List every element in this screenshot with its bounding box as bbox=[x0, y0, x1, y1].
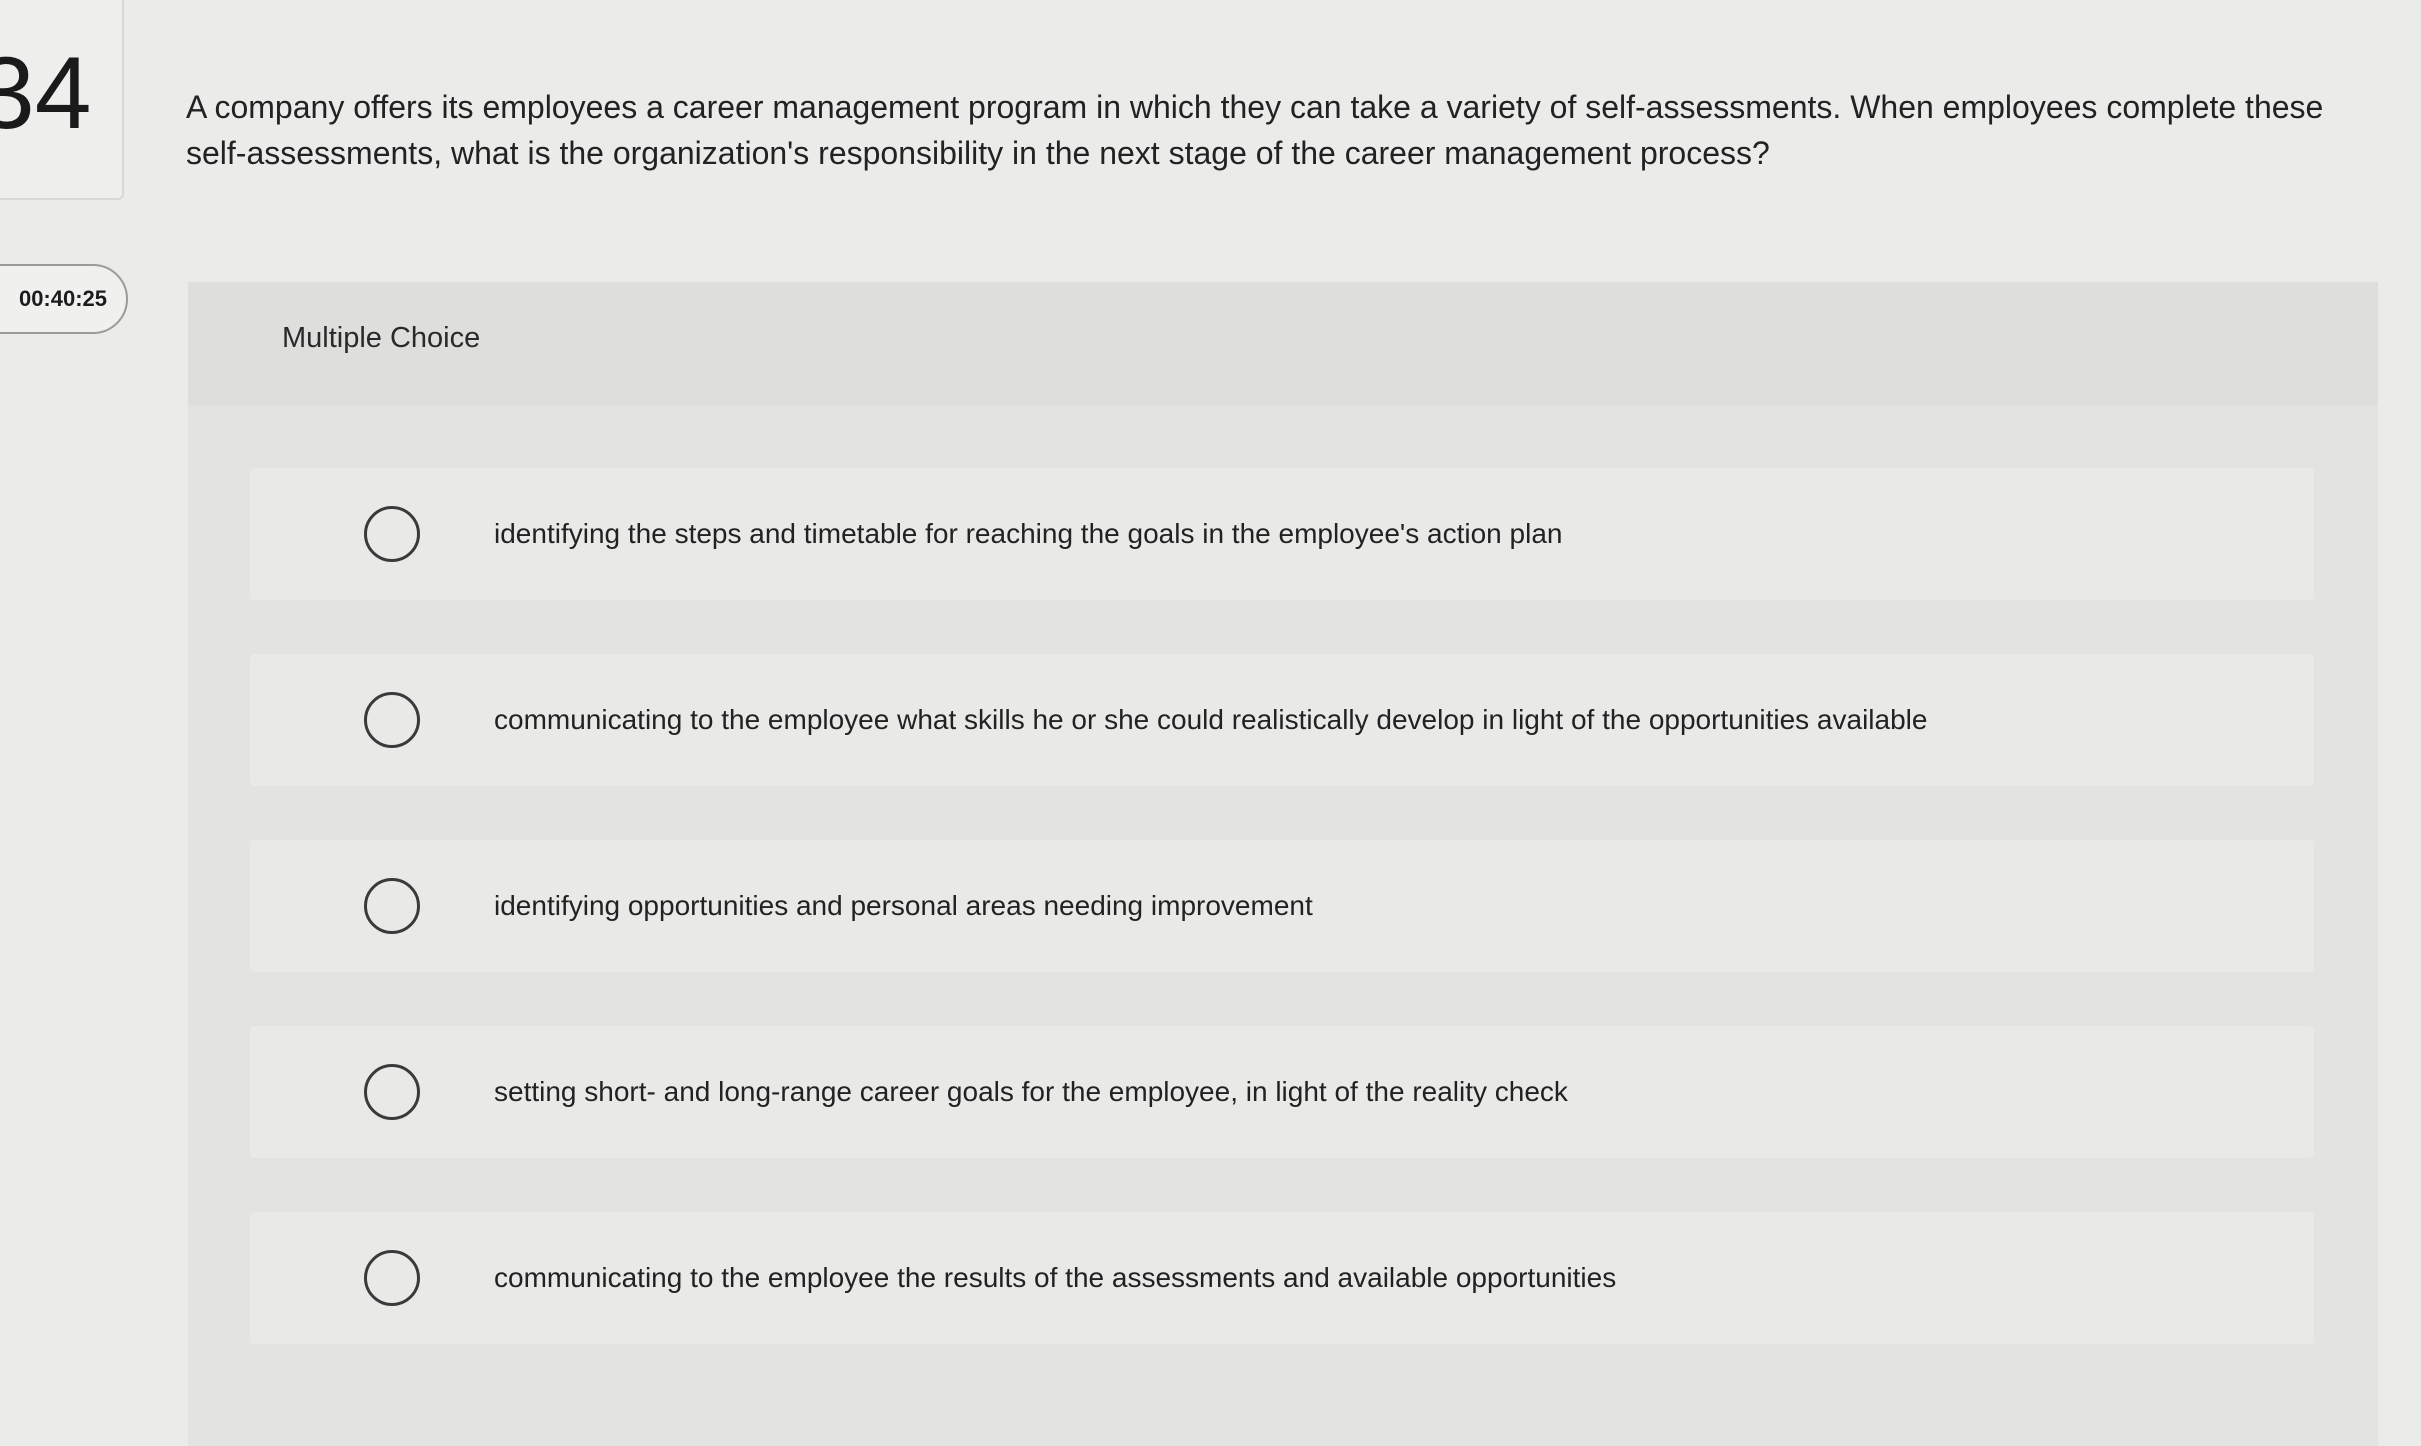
radio-button-icon[interactable] bbox=[364, 692, 420, 748]
timer[interactable]: 00:40:25 bbox=[0, 264, 128, 334]
multiple-choice-header: Multiple Choice bbox=[188, 282, 2378, 406]
question-number: 34 bbox=[0, 36, 92, 150]
choice-label: communicating to the employee the result… bbox=[494, 1262, 1617, 1293]
choice-option-1[interactable]: identifying the steps and timetable for … bbox=[250, 468, 2314, 600]
radio-button-icon[interactable] bbox=[364, 506, 420, 562]
multiple-choice-label: Multiple Choice bbox=[282, 322, 481, 354]
radio-button-icon[interactable] bbox=[364, 1250, 420, 1306]
choice-label: identifying the steps and timetable for … bbox=[494, 518, 1563, 549]
choice-option-5[interactable]: communicating to the employee the result… bbox=[250, 1212, 2314, 1344]
question-number-box: 34 bbox=[0, 0, 124, 200]
radio-button-icon[interactable] bbox=[364, 878, 420, 934]
question-prompt: A company offers its employees a career … bbox=[186, 89, 2324, 171]
multiple-choice-panel: Multiple Choice identifying the steps an… bbox=[188, 282, 2378, 1446]
choice-option-4[interactable]: setting short- and long-range career goa… bbox=[250, 1026, 2314, 1158]
choice-option-3[interactable]: identifying opportunities and personal a… bbox=[250, 840, 2314, 972]
radio-button-icon[interactable] bbox=[364, 1064, 420, 1120]
choice-label: identifying opportunities and personal a… bbox=[494, 890, 1313, 921]
choice-option-2[interactable]: communicating to the employee what skill… bbox=[250, 654, 2314, 786]
choice-label: setting short- and long-range career goa… bbox=[494, 1076, 1568, 1107]
choice-label: communicating to the employee what skill… bbox=[494, 704, 1928, 735]
